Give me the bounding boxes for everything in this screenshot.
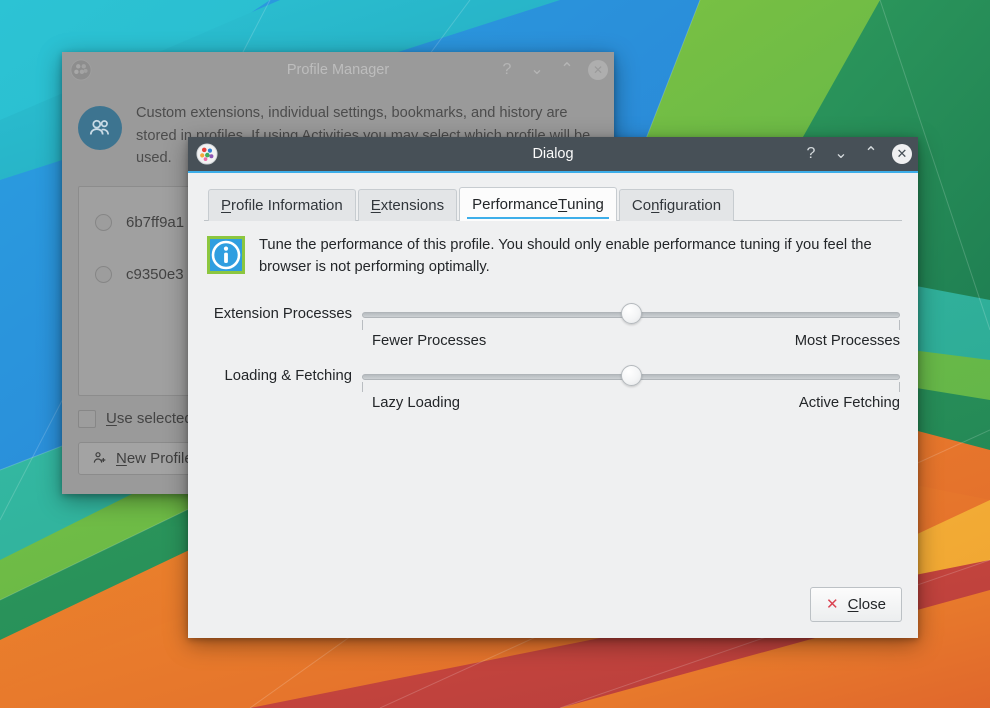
dialog-footer: ✕ Close — [810, 587, 902, 622]
slider-track-area[interactable] — [362, 363, 900, 392]
profile-id-label: 6b7ff9a1 — [126, 214, 185, 232]
tab-configuration[interactable]: Co n figuration — [618, 189, 735, 221]
help-icon[interactable]: ? — [498, 61, 516, 79]
slider-end-labels: Fewer Processes Most Processes — [206, 333, 900, 349]
slider-row: Loading & Fetching — [206, 363, 900, 392]
profile-manager-titlebar-buttons: ? ⌄ ⌃ ✕ — [498, 60, 608, 80]
tab-extensions[interactable]: Extensions — [357, 189, 458, 221]
help-icon[interactable]: ? — [802, 145, 820, 163]
slider-label: Extension Processes — [213, 305, 352, 322]
profile-radio[interactable] — [95, 214, 112, 232]
close-icon[interactable]: ✕ — [588, 60, 608, 80]
red-x-icon: ✕ — [826, 596, 839, 613]
close-button[interactable]: ✕ Close — [810, 587, 902, 622]
chevron-up-icon[interactable]: ⌃ — [558, 61, 576, 79]
info-icon — [207, 236, 245, 274]
use-selected-profile-checkbox[interactable] — [78, 409, 96, 428]
dialog-titlebar[interactable]: Dialog ? ⌄ ⌃ ✕ — [188, 137, 918, 173]
add-user-icon — [93, 452, 106, 464]
slider-tick-min — [362, 381, 363, 392]
dialog-tabbar: Profile Information Extensions Performan… — [204, 187, 902, 221]
slider-max-label: Most Processes — [794, 332, 900, 349]
falkon-icon — [196, 143, 218, 165]
performance-tuning-dialog[interactable]: Dialog ? ⌄ ⌃ ✕ Profile Information Exten… — [188, 137, 918, 638]
profile-manager-titlebar[interactable]: Profile Manager ? ⌄ ⌃ ✕ — [62, 52, 614, 88]
dialog-body: Profile Information Extensions Performan… — [188, 173, 918, 636]
slider-tick-max — [899, 319, 900, 330]
dialog-titlebar-buttons: ? ⌄ ⌃ ✕ — [802, 144, 912, 164]
slider-track-area[interactable] — [362, 301, 900, 330]
slider-loading-fetching: Loading & Fetching Lazy Loading Active F… — [206, 363, 900, 411]
profile-id-label: c9350e3 — [126, 266, 184, 284]
info-banner: Tune the performance of this profile. Yo… — [206, 235, 900, 279]
users-avatar-icon — [78, 106, 122, 150]
chevron-down-icon[interactable]: ⌄ — [832, 145, 850, 163]
chevron-down-icon[interactable]: ⌄ — [528, 61, 546, 79]
falkon-icon — [70, 59, 92, 81]
performance-tuning-pane: Tune the performance of this profile. Yo… — [204, 221, 902, 411]
slider-max-label: Active Fetching — [798, 394, 900, 411]
slider-tick-min — [362, 319, 363, 330]
slider-handle[interactable] — [620, 302, 642, 324]
slider-handle[interactable] — [620, 364, 642, 386]
slider-end-labels: Lazy Loading Active Fetching — [206, 395, 900, 411]
slider-extension-processes: Extension Processes Fewer Processes Most… — [206, 301, 900, 349]
slider-label: Loading & Fetching — [224, 367, 352, 384]
close-button-label: Close — [847, 596, 886, 613]
chevron-up-icon[interactable]: ⌃ — [862, 145, 880, 163]
tab-profile-information[interactable]: Profile Information — [208, 189, 356, 221]
slider-tick-max — [899, 381, 900, 392]
tab-performance-tuning[interactable]: Performance Tuning — [459, 187, 617, 221]
close-icon[interactable]: ✕ — [892, 144, 912, 164]
slider-min-label: Fewer Processes — [372, 332, 487, 349]
profile-radio[interactable] — [95, 266, 112, 284]
slider-row: Extension Processes — [206, 301, 900, 330]
info-text: Tune the performance of this profile. Yo… — [259, 237, 872, 275]
new-profile-label: New Profile — [116, 449, 193, 467]
slider-min-label: Lazy Loading — [372, 394, 461, 411]
